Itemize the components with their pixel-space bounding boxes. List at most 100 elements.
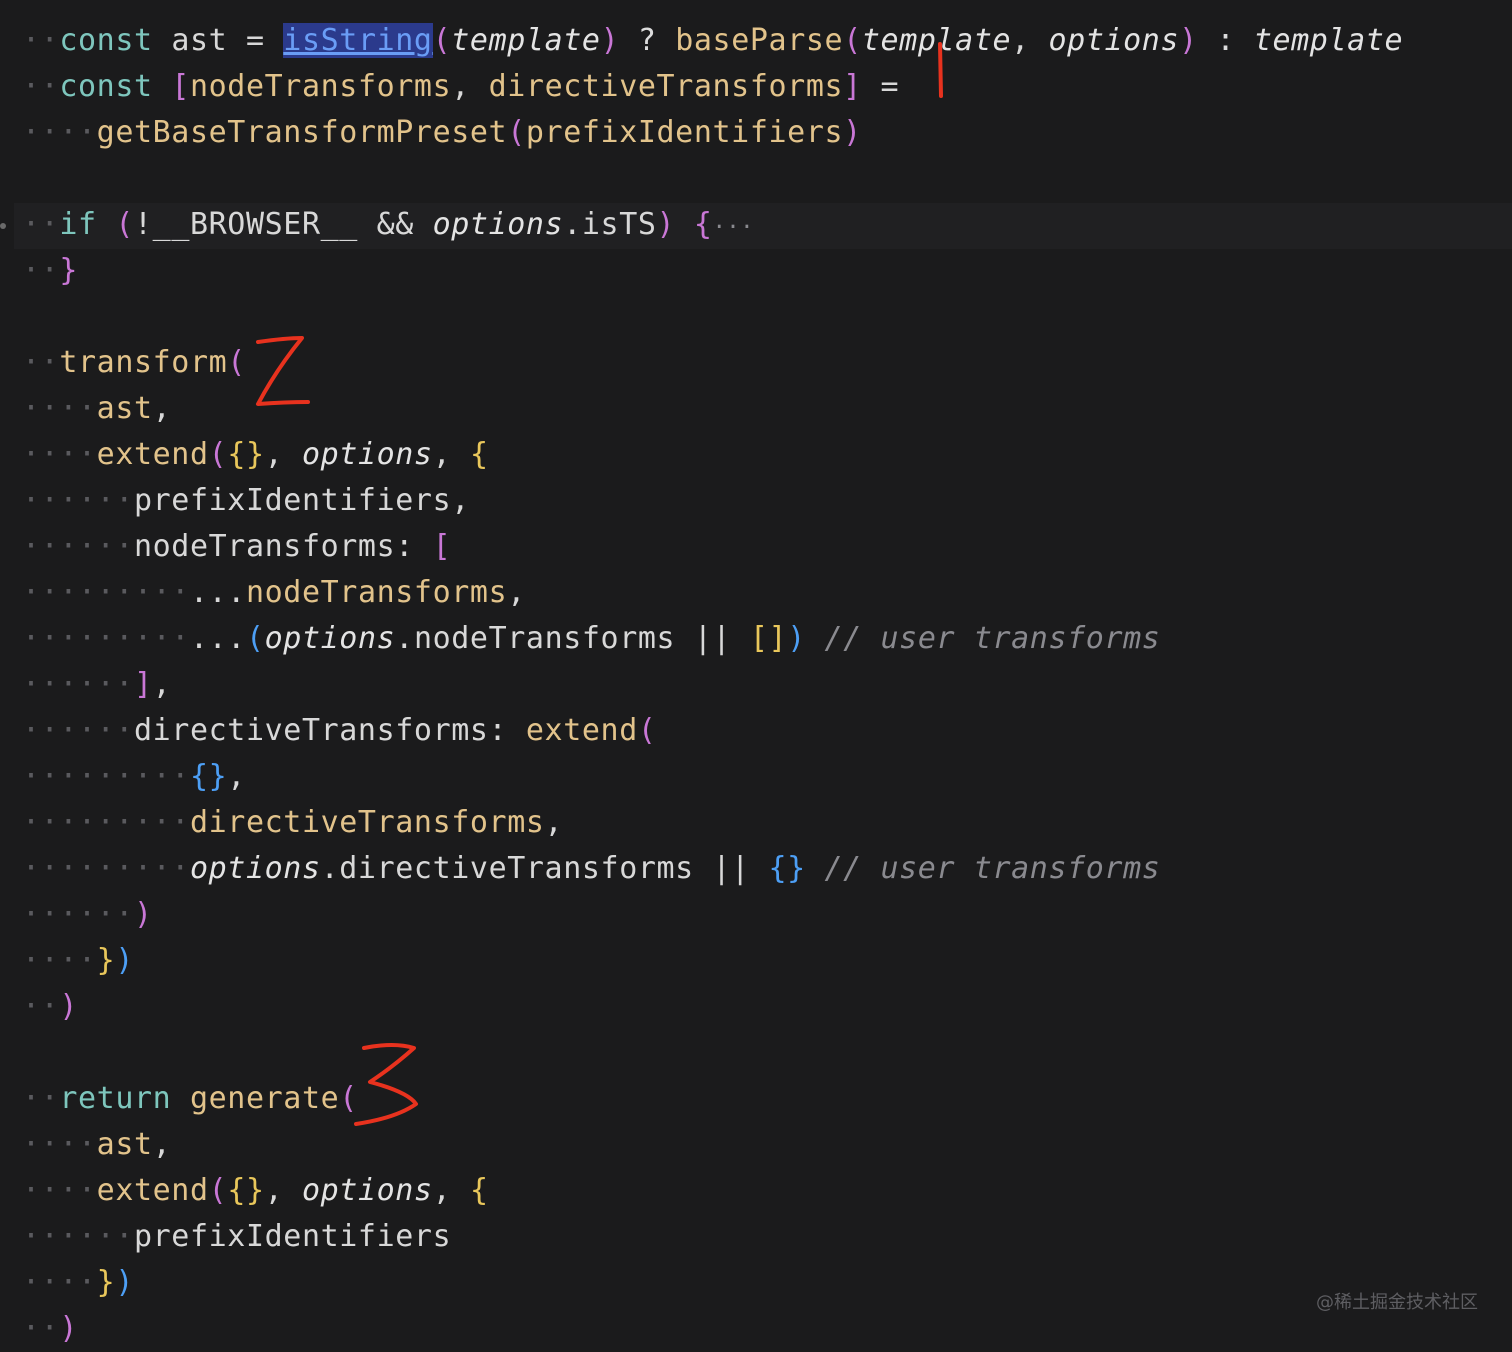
whitespace-indicator: ······ — [22, 713, 134, 748]
annotation-3 — [354, 1043, 418, 1126]
code-token: [ — [432, 529, 452, 564]
code-token: ) — [59, 1311, 78, 1346]
code-line[interactable]: ·········...(options.nodeTransforms || [… — [22, 616, 1160, 662]
code-token: baseParse — [675, 23, 844, 58]
code-token: , — [152, 1127, 172, 1162]
code-token: extend — [96, 1173, 209, 1208]
code-line[interactable]: ··} — [22, 248, 78, 294]
whitespace-indicator: ·· — [22, 253, 60, 288]
code-token: ( — [507, 115, 526, 150]
code-token: : — [1197, 23, 1254, 58]
code-token: options — [189, 851, 321, 886]
code-token: ) — [843, 115, 862, 150]
fold-ellipsis-icon[interactable]: ··· — [713, 215, 755, 240]
code-token: prefixIdentifiers, — [133, 483, 470, 518]
code-token: , — [507, 575, 526, 610]
whitespace-indicator: ···· — [22, 1173, 97, 1208]
code-token: ( — [208, 437, 228, 472]
code-token: .directiveTransforms || — [320, 851, 769, 886]
whitespace-indicator: ·· — [22, 1081, 60, 1116]
whitespace-indicator: ·· — [22, 1311, 60, 1346]
code-token: getBaseTransformPreset — [96, 115, 508, 150]
code-token: ast — [96, 391, 153, 426]
whitespace-indicator: ········· — [22, 575, 190, 610]
code-token: ( — [208, 1173, 228, 1208]
code-token: !__BROWSER__ && — [134, 207, 433, 242]
whitespace-indicator: ·· — [22, 23, 60, 58]
whitespace-indicator: ···· — [22, 115, 97, 150]
code-line[interactable]: ··) — [22, 1306, 78, 1352]
code-token: // user transforms — [824, 851, 1161, 886]
code-line[interactable]: ··const [nodeTransforms, directiveTransf… — [22, 64, 899, 110]
code-token: [ — [171, 69, 190, 104]
code-token: ( — [245, 621, 265, 656]
code-token[interactable]: isString — [283, 23, 433, 58]
code-token: } — [59, 253, 78, 288]
code-line[interactable]: ······directiveTransforms: extend( — [22, 708, 657, 754]
code-token: directiveTransforms: — [133, 713, 526, 748]
whitespace-indicator: ···· — [22, 437, 97, 472]
code-line[interactable]: ······], — [22, 662, 171, 708]
code-token: ast — [96, 1127, 153, 1162]
watermark: @稀土掘金技术社区 — [1316, 1292, 1478, 1313]
code-line[interactable]: ····}) — [22, 1260, 134, 1306]
code-token: ) — [656, 207, 676, 242]
code-line[interactable]: ······) — [22, 892, 153, 938]
code-line[interactable]: ··) — [22, 984, 78, 1030]
code-line[interactable]: ····ast, — [22, 386, 171, 432]
whitespace-indicator: ·· — [22, 345, 60, 380]
code-token: ... — [189, 575, 246, 610]
whitespace-indicator: ·· — [22, 69, 60, 104]
code-token: options — [1048, 23, 1180, 58]
code-line[interactable]: ·········{}, — [22, 754, 246, 800]
whitespace-indicator: ······ — [22, 897, 134, 932]
code-token: options — [301, 437, 433, 472]
code-token: ( — [115, 207, 134, 242]
code-token: const — [59, 23, 172, 58]
code-token: [] — [749, 621, 788, 656]
code-line[interactable]: ··transform( — [22, 340, 246, 386]
whitespace-indicator: ······ — [22, 529, 134, 564]
code-token: ) — [600, 23, 620, 58]
code-line[interactable]: ······prefixIdentifiers, — [22, 478, 470, 524]
code-token: nodeTransforms — [189, 69, 452, 104]
code-line[interactable]: ······prefixIdentifiers — [22, 1214, 451, 1260]
code-token: ( — [843, 23, 862, 58]
code-token: options — [301, 1173, 433, 1208]
code-line[interactable]: ··if (!__BROWSER__ && options.isTS) {··· — [22, 202, 754, 248]
code-token: template — [451, 23, 601, 58]
annotation-1 — [938, 42, 943, 98]
code-token: {} — [227, 1173, 265, 1208]
code-line[interactable]: ····extend({}, options, { — [22, 1168, 489, 1214]
code-token: extend — [96, 437, 209, 472]
code-token: , — [152, 391, 172, 426]
code-token: } — [96, 943, 116, 978]
code-line[interactable]: ····ast, — [22, 1122, 171, 1168]
code-line[interactable]: ·········options.directiveTransforms || … — [22, 846, 1160, 892]
code-token: ( — [637, 713, 657, 748]
code-line[interactable]: ····getBaseTransformPreset(prefixIdentif… — [22, 110, 862, 156]
code-token: prefixIdentifiers — [525, 115, 844, 150]
code-line[interactable]: ··return generate( — [22, 1076, 358, 1122]
code-token: , — [544, 805, 564, 840]
code-line[interactable]: ·········directiveTransforms, — [22, 800, 563, 846]
code-token: {} — [189, 759, 228, 794]
code-line[interactable]: ····}) — [22, 938, 134, 984]
code-token: , — [1011, 23, 1049, 58]
code-token: ( — [432, 23, 452, 58]
code-token: , — [264, 1173, 302, 1208]
code-token: ? — [619, 23, 676, 58]
code-line[interactable]: ····extend({}, options, { — [22, 432, 489, 478]
code-editor[interactable]: ··const ast = isString(template) ? baseP… — [0, 0, 1512, 1346]
code-token: return — [59, 1081, 190, 1116]
code-line[interactable]: ······nodeTransforms: [ — [22, 524, 451, 570]
code-line[interactable]: ·········...nodeTransforms, — [22, 570, 526, 616]
code-line[interactable]: ··const ast = isString(template) ? baseP… — [22, 18, 1403, 64]
code-token: ) — [787, 621, 806, 656]
breakpoint-marker[interactable] — [0, 223, 6, 229]
code-token: ( — [227, 345, 246, 380]
code-token: {} — [768, 851, 806, 886]
